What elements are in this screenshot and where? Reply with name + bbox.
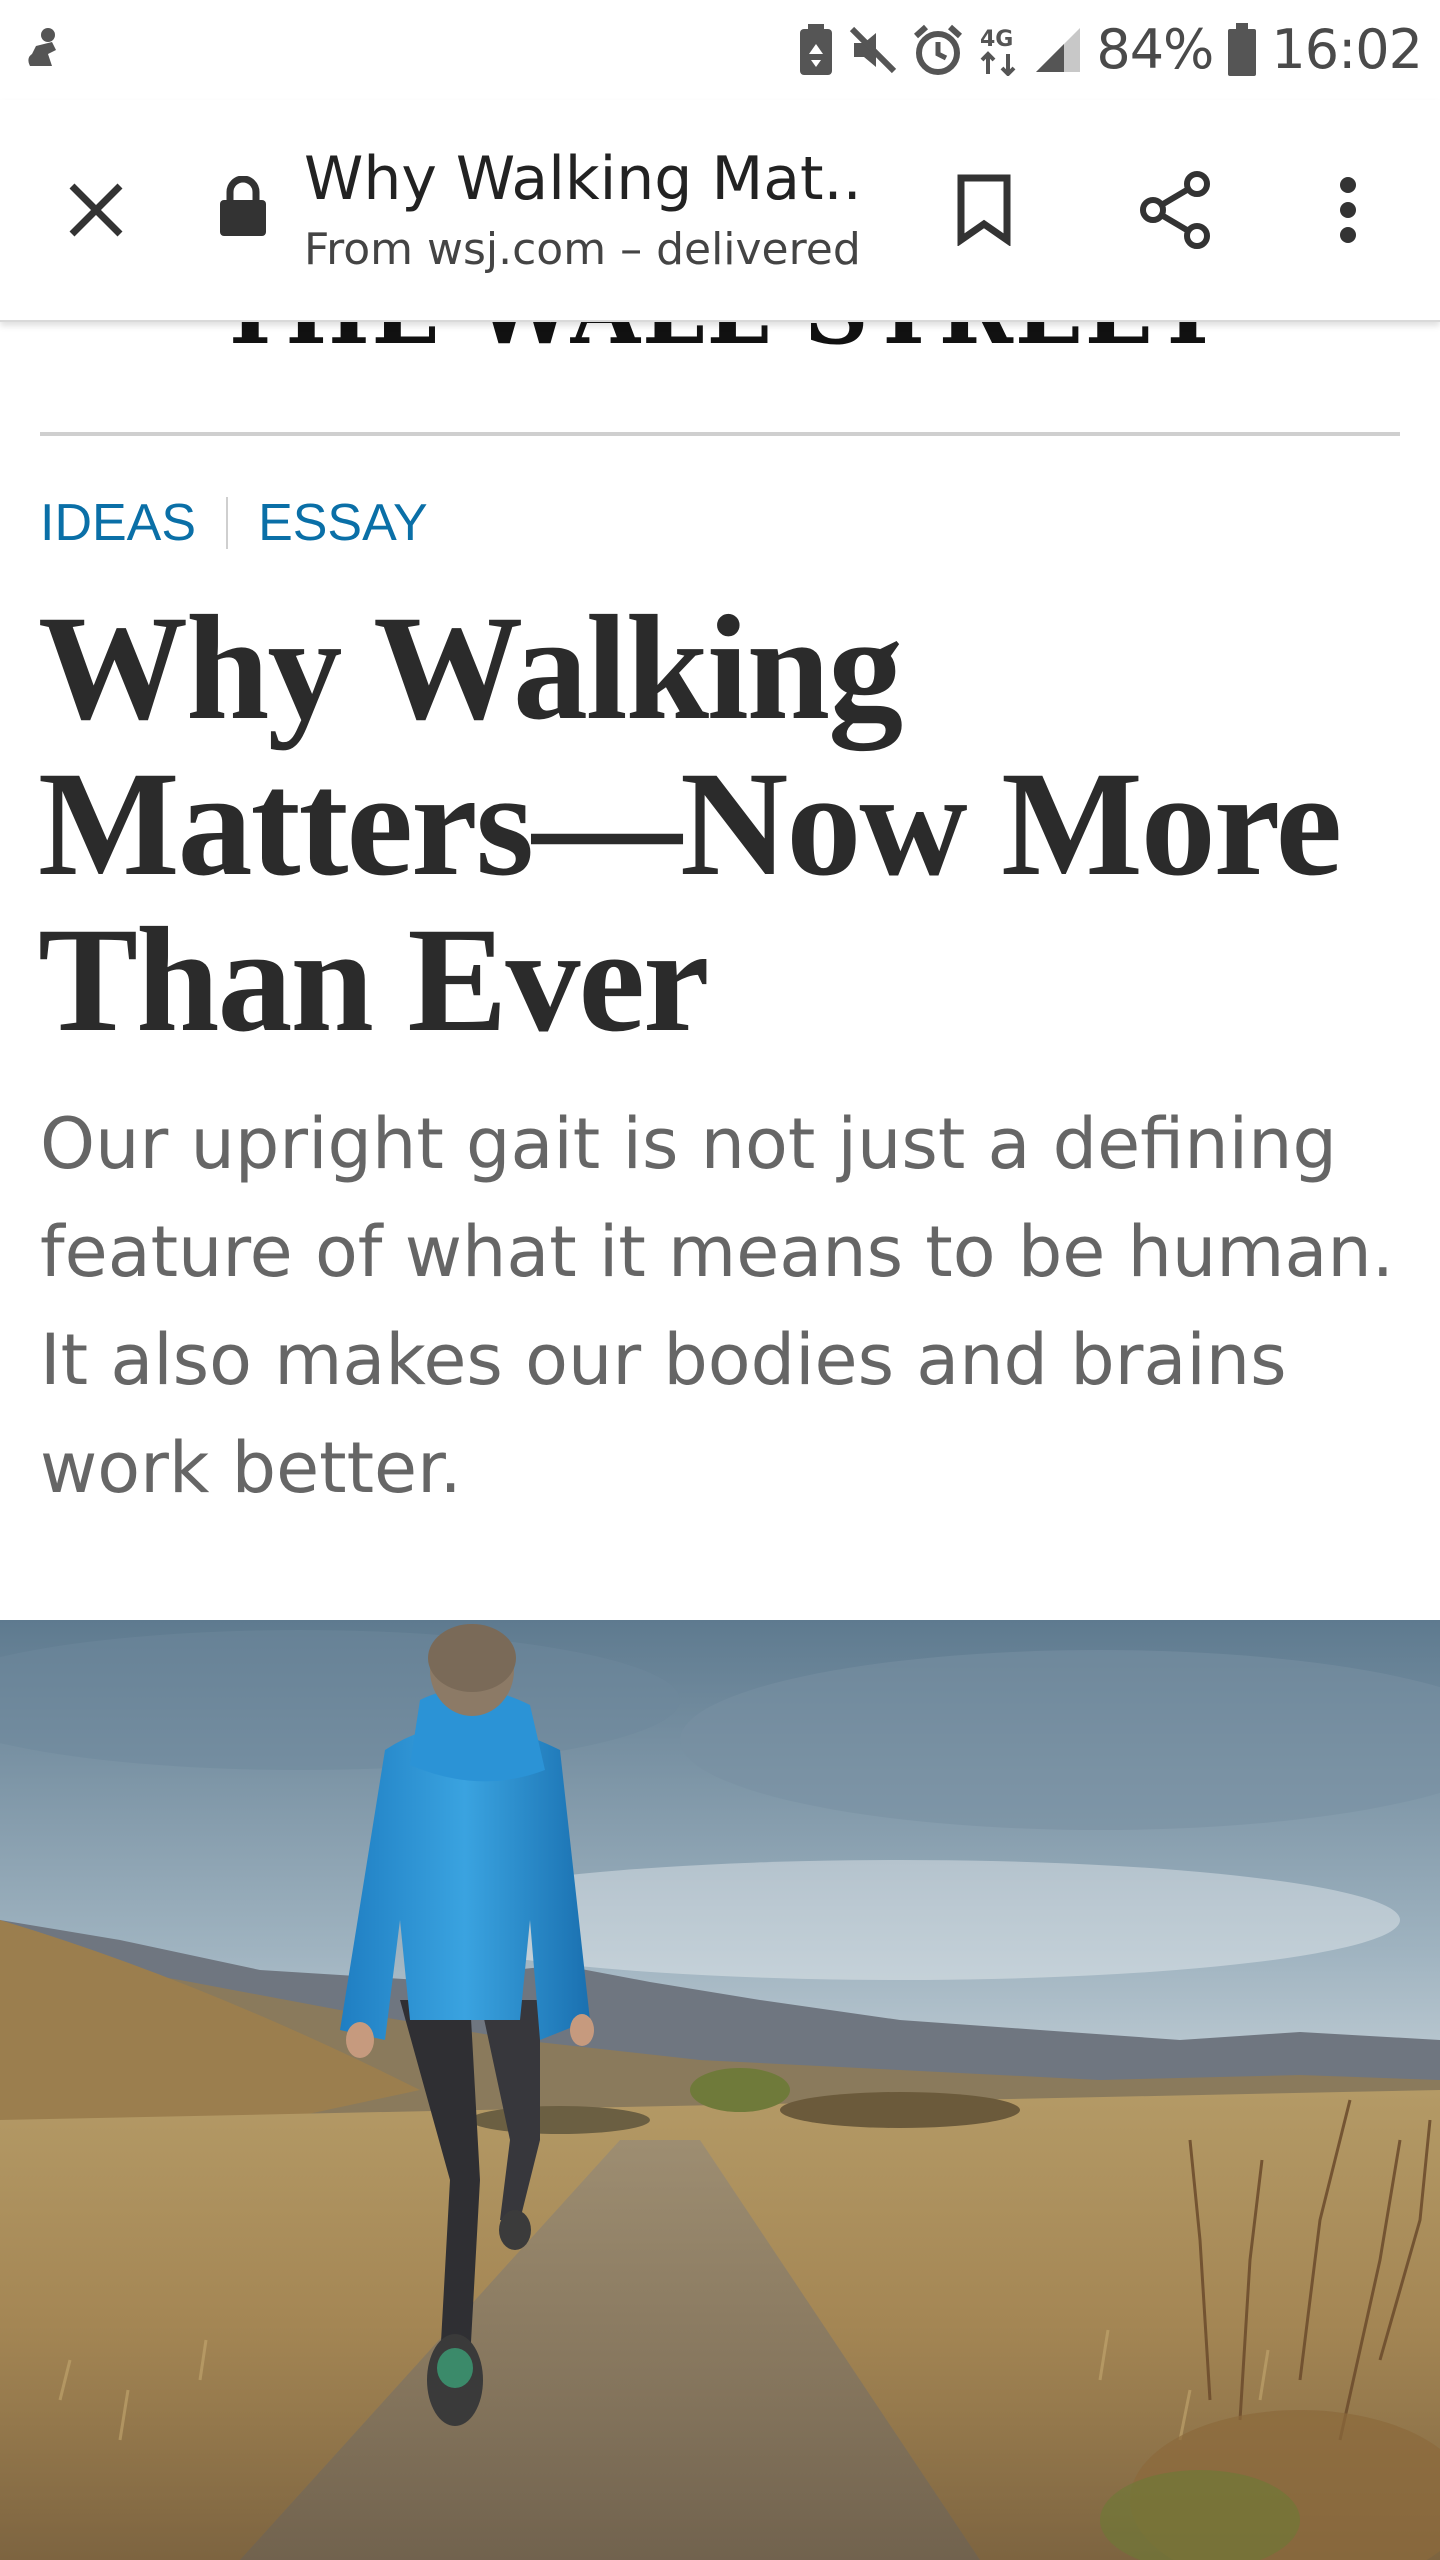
battery-icon bbox=[1227, 23, 1257, 77]
share-icon[interactable] bbox=[1130, 160, 1220, 260]
status-bar: 4G 84% 16:02 bbox=[0, 0, 1440, 100]
masthead: THE WALL STREET JOURNAL. bbox=[0, 322, 1440, 362]
alarm-icon bbox=[912, 24, 964, 76]
battery-saver-icon bbox=[798, 24, 834, 76]
hero-image[interactable] bbox=[0, 1620, 1440, 2560]
article-dek: Our upright gait is not just a defining … bbox=[40, 1103, 1394, 1509]
section-link-ideas[interactable]: IDEAS bbox=[40, 493, 196, 553]
article-headline: Why Walking Matters—Now More Than Ever bbox=[38, 585, 1342, 1063]
battery-percent: 84% bbox=[1096, 18, 1214, 81]
page-origin: From wsj.com – delivered bbox=[304, 224, 861, 275]
lock-icon[interactable] bbox=[218, 175, 278, 248]
section-separator bbox=[226, 497, 229, 549]
signal-icon bbox=[1034, 26, 1082, 74]
custom-tab-toolbar: Why Walking Mat... From wsj.com – delive… bbox=[0, 100, 1440, 322]
more-vert-icon[interactable] bbox=[1312, 160, 1384, 260]
close-icon[interactable] bbox=[56, 170, 136, 250]
bookmark-icon[interactable] bbox=[944, 160, 1024, 260]
category-link-essay[interactable]: ESSAY bbox=[258, 493, 428, 553]
app-notification-icon bbox=[22, 26, 66, 72]
mute-icon bbox=[848, 25, 898, 75]
svg-text:4G: 4G bbox=[980, 27, 1013, 52]
section-breadcrumb: IDEAS ESSAY bbox=[40, 488, 428, 558]
page-title: Why Walking Mat... bbox=[304, 144, 864, 214]
clock: 16:02 bbox=[1271, 18, 1423, 81]
status-icons: 4G 84% 16:02 bbox=[798, 18, 1423, 82]
masthead-logo: THE WALL STREET JOURNAL. bbox=[50, 322, 1389, 362]
divider bbox=[40, 432, 1400, 436]
network-4g-icon: 4G bbox=[978, 24, 1020, 76]
